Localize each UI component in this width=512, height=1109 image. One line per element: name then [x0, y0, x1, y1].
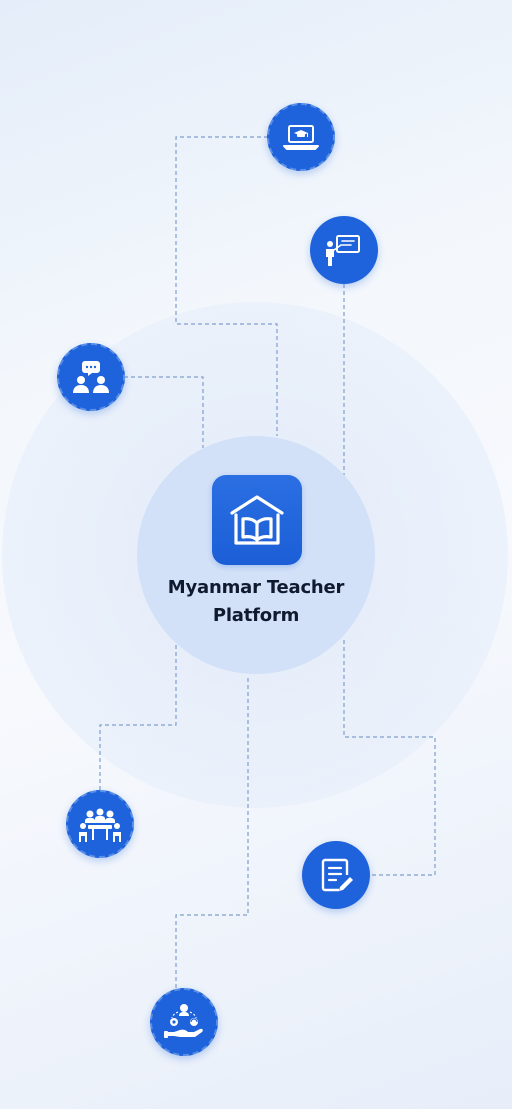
hand-services-icon: [164, 1004, 203, 1038]
laptop-graduation-cap-icon: [283, 125, 319, 150]
node-teacher-presentation: [310, 216, 378, 284]
connector-support-services: [175, 678, 249, 990]
meeting-table-icon: [79, 808, 121, 842]
open-book-house-icon: [212, 475, 302, 565]
hub-title-line-2: Platform: [212, 605, 300, 626]
node-support-services: [150, 988, 218, 1056]
hub-title: Myanmar Teacher Platform: [137, 574, 375, 630]
node-group-meeting: [66, 790, 134, 858]
node-online-learning: [267, 103, 335, 171]
connector-community-discussion: [124, 376, 204, 448]
node-community-discussion: [57, 343, 125, 411]
node-assessment: [302, 841, 370, 909]
ecosystem-diagram: Myanmar Teacher Platform: [0, 0, 512, 1109]
connector-group-meeting: [99, 645, 177, 790]
connector-online-learning: [175, 136, 278, 436]
central-hub: Myanmar Teacher Platform: [137, 436, 375, 674]
hub-title-line-1: Myanmar Teacher: [167, 577, 345, 598]
teacher-whiteboard-icon: [326, 235, 360, 266]
people-chat-icon: [73, 361, 109, 393]
connector-assessment: [343, 640, 436, 876]
document-edit-icon: [321, 858, 353, 892]
